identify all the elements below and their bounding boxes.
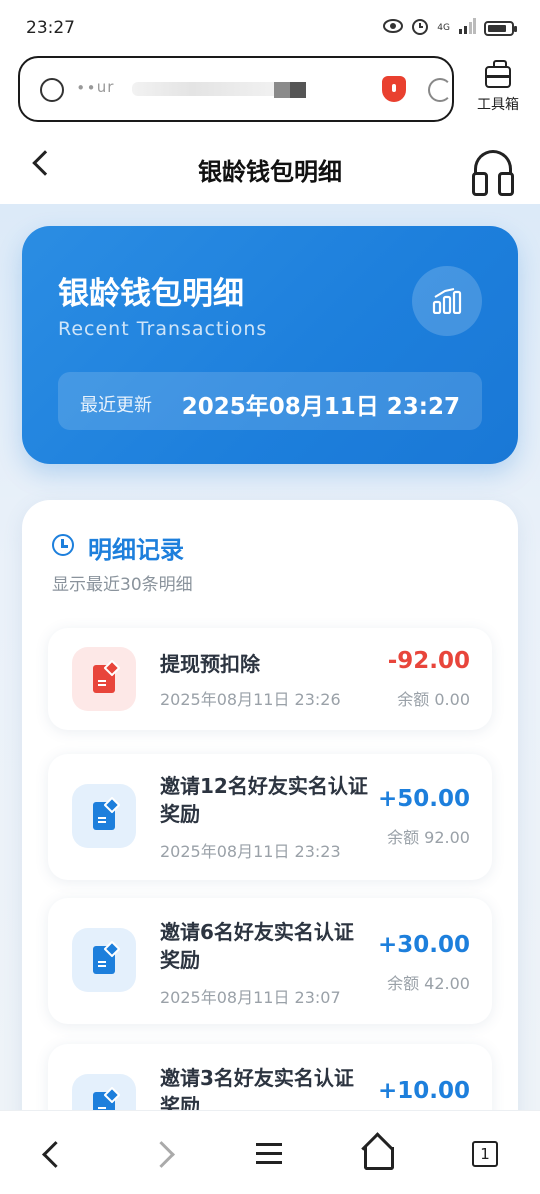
- menu-icon[interactable]: [250, 1135, 290, 1175]
- battery-icon: [484, 20, 517, 36]
- content-area: 银龄钱包明细 Recent Transactions 最近更新 2025年08月…: [0, 204, 540, 1110]
- document-icon: [93, 665, 115, 693]
- nav-forward-icon[interactable]: [144, 1135, 184, 1175]
- hero-card: 银龄钱包明细 Recent Transactions 最近更新 2025年08月…: [22, 226, 518, 464]
- chart-icon: [432, 286, 462, 315]
- clock-icon: [52, 534, 74, 556]
- tabs-icon[interactable]: 1: [464, 1135, 504, 1175]
- transaction-balance: 余额 92.00: [387, 828, 470, 847]
- transaction-icon-box: [72, 784, 136, 848]
- document-icon: [93, 946, 115, 974]
- transaction-balance: 余额 0.00: [397, 690, 470, 709]
- transaction-amount: -92.00: [387, 648, 470, 674]
- hero-subtitle: Recent Transactions: [58, 318, 268, 340]
- reload-icon[interactable]: [428, 78, 452, 102]
- eye-icon: [383, 19, 404, 37]
- search-icon: [40, 78, 64, 102]
- records-subtitle: 显示最近30条明细: [52, 575, 193, 595]
- document-icon: [93, 802, 115, 830]
- transaction-time: 2025年08月11日 23:23: [160, 842, 341, 861]
- last-update-label: 最近更新: [80, 395, 152, 416]
- transaction-title-line1: 邀请3名好友实名认证: [160, 1066, 354, 1090]
- status-bar: 23:27 4G: [0, 0, 540, 56]
- hero-title: 银龄钱包明细: [58, 276, 244, 312]
- status-icons: 4G: [383, 17, 517, 39]
- tab-count: 1: [472, 1141, 498, 1167]
- transaction-title-line2: 奖励: [160, 802, 200, 826]
- hero-badge: [412, 266, 482, 336]
- transaction-time: 2025年08月11日 23:26: [160, 690, 341, 709]
- bottom-nav: 1: [0, 1110, 540, 1194]
- address-url-redacted: [132, 82, 282, 96]
- transaction-icon-box: [72, 647, 136, 711]
- shield-icon[interactable]: [382, 76, 406, 102]
- last-update-value: 2025年08月11日 23:27: [181, 394, 460, 420]
- address-url: ∙∙ur: [76, 78, 115, 96]
- browser-bar: ∙∙ur 工具箱: [0, 56, 540, 128]
- transaction-item[interactable]: 邀请12名好友实名认证 奖励 2025年08月11日 23:23 +50.00 …: [48, 754, 492, 880]
- transaction-amount: +50.00: [377, 786, 470, 812]
- transaction-time: 2025年08月11日 23:07: [160, 988, 341, 1007]
- records-title: 明细记录: [88, 536, 184, 564]
- transaction-amount: +10.00: [377, 1078, 470, 1104]
- headset-icon[interactable]: [472, 150, 514, 196]
- transaction-icon-box: [72, 1074, 136, 1110]
- toolbox-label: 工具箱: [477, 97, 519, 113]
- transaction-title: 提现预扣除: [160, 652, 260, 676]
- nav-back-icon[interactable]: [34, 1135, 74, 1175]
- transaction-item[interactable]: 提现预扣除 2025年08月11日 23:26 -92.00 余额 0.00: [48, 628, 492, 730]
- last-update-panel: 最近更新 2025年08月11日 23:27: [58, 372, 482, 430]
- title-bar: 银龄钱包明细: [0, 128, 540, 204]
- transaction-title-line1: 邀请12名好友实名认证: [160, 774, 368, 798]
- status-time: 23:27: [26, 18, 75, 38]
- address-bar[interactable]: ∙∙ur: [18, 56, 454, 122]
- page-title: 银龄钱包明细: [198, 158, 342, 186]
- transaction-balance: 余额 42.00: [387, 974, 470, 993]
- transaction-amount: +30.00: [377, 932, 470, 958]
- transaction-item[interactable]: 邀请3名好友实名认证 奖励 +10.00: [48, 1044, 492, 1110]
- alarm-icon: [411, 17, 429, 39]
- records-card: 明细记录 显示最近30条明细 提现预扣除 2025年08月11日 23:26 -…: [22, 500, 518, 1110]
- signal-icon: [458, 18, 476, 38]
- toolbox-button[interactable]: 工具箱: [470, 60, 526, 114]
- document-icon: [93, 1092, 115, 1110]
- address-url-redacted-block: [290, 82, 306, 98]
- toolbox-icon: [485, 60, 511, 88]
- home-icon[interactable]: [356, 1135, 396, 1175]
- network-label: 4G: [437, 23, 450, 33]
- transaction-title-line1: 邀请6名好友实名认证: [160, 920, 354, 944]
- transaction-item[interactable]: 邀请6名好友实名认证 奖励 2025年08月11日 23:07 +30.00 余…: [48, 898, 492, 1024]
- transaction-title-line2: 奖励: [160, 1094, 200, 1110]
- transaction-title-line2: 奖励: [160, 948, 200, 972]
- transaction-icon-box: [72, 928, 136, 992]
